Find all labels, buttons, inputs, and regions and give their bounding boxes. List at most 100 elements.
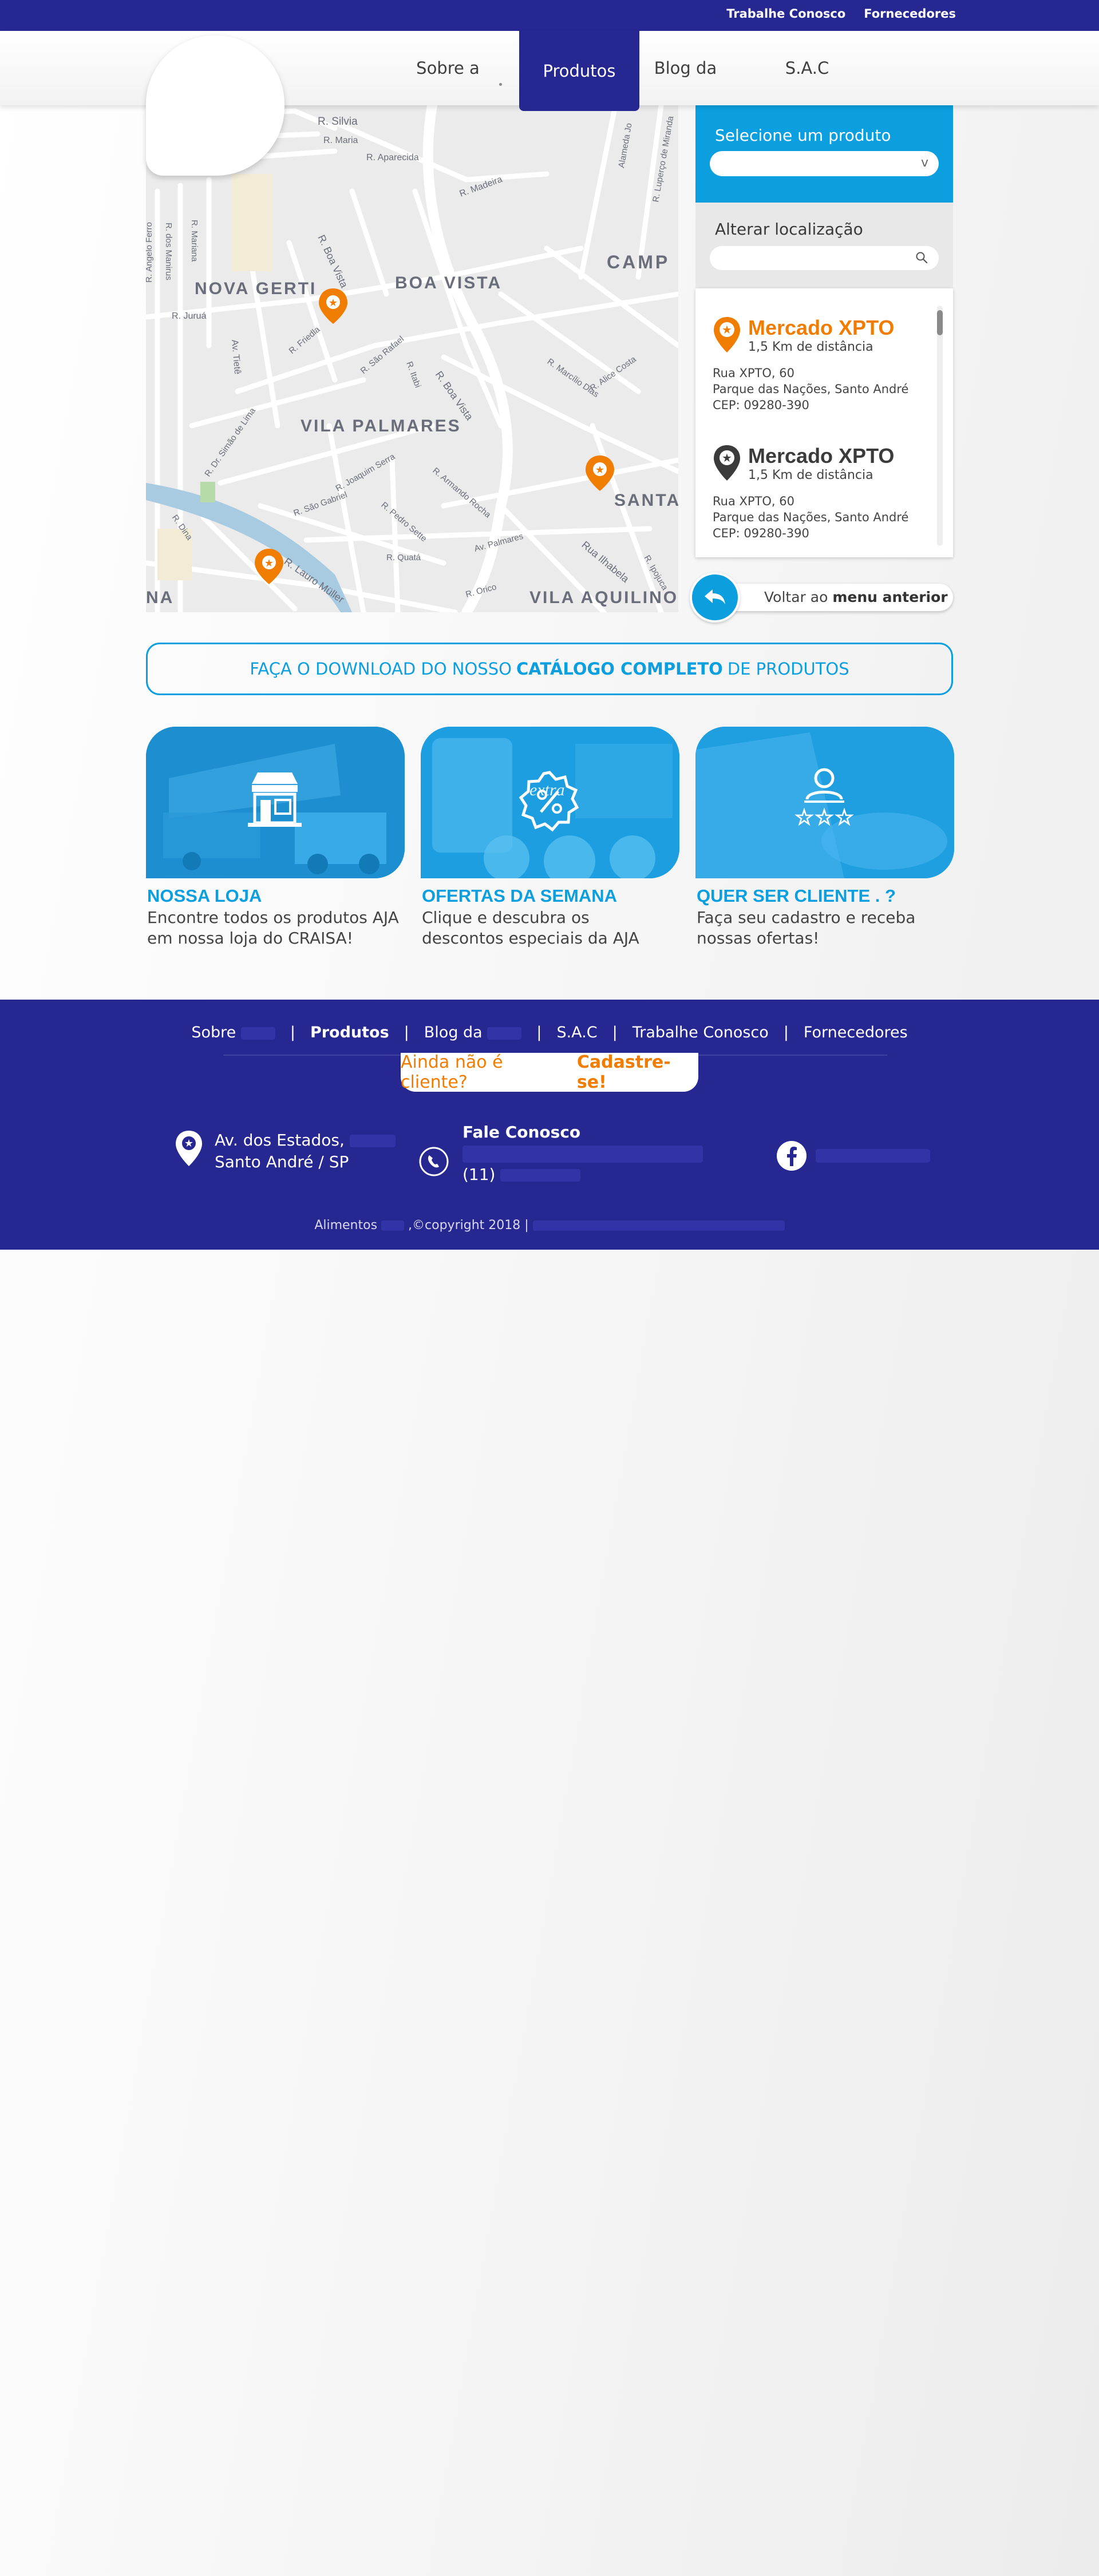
discount-badge-icon bbox=[519, 771, 579, 832]
svg-text:★: ★ bbox=[836, 806, 853, 829]
top-link-fornecedores[interactable]: Fornecedores bbox=[864, 7, 956, 21]
nav-item-produtos[interactable]: Produtos bbox=[519, 31, 639, 111]
facebook-icon[interactable] bbox=[776, 1140, 808, 1172]
map-label-silvia: R. Silvia bbox=[318, 116, 358, 128]
footer: Sobre | Produtos | Blog da | S.A.C | Tra… bbox=[0, 1000, 1099, 1250]
logo[interactable] bbox=[146, 35, 284, 176]
back-button-pill[interactable]: Voltar ao menu anterior bbox=[713, 584, 953, 611]
map-label-jurua: R. Juruá bbox=[172, 311, 207, 321]
footer-link-blog[interactable]: Blog da bbox=[409, 1024, 537, 1041]
download-prefix: FAÇA O DOWNLOAD DO NOSSO bbox=[250, 659, 512, 679]
store-address: Rua XPTO, 60 Parque das Nações, Santo An… bbox=[713, 493, 908, 541]
footer-separator: | bbox=[612, 1024, 618, 1041]
card-title[interactable]: NOSSA LOJA bbox=[147, 886, 262, 906]
footer-link-sobre[interactable]: Sobre bbox=[176, 1024, 290, 1041]
back-label-bold: menu anterior bbox=[832, 589, 948, 605]
nav-item-sobre[interactable]: Sobre a bbox=[401, 31, 495, 105]
copyright-prefix: Alimentos bbox=[314, 1218, 378, 1232]
chevron-down-icon: v bbox=[920, 156, 928, 170]
footer-nav: Sobre | Produtos | Blog da | S.A.C | Tra… bbox=[0, 1024, 1099, 1041]
back-label-prefix: Voltar ao bbox=[764, 589, 828, 605]
cta-bold: Cadastre-se! bbox=[576, 1052, 671, 1092]
store-name: Mercado XPTO bbox=[748, 444, 895, 467]
map-label-maria: R. Maria bbox=[323, 136, 358, 145]
store-map[interactable]: R. Silvia R. Maria R. Aparecida R. Madei… bbox=[146, 105, 678, 612]
svg-text:★: ★ bbox=[722, 323, 732, 336]
store-distance: 1,5 Km de distância bbox=[748, 340, 873, 354]
footer-link-blog-label: Blog da bbox=[424, 1024, 483, 1041]
download-catalog-button[interactable]: FAÇA O DOWNLOAD DO NOSSO CATÁLOGO COMPLE… bbox=[146, 643, 953, 695]
svg-text:★: ★ bbox=[595, 464, 604, 476]
footer-phone[interactable]: (11) bbox=[462, 1165, 581, 1184]
store-icon bbox=[248, 772, 302, 827]
footer-address-line2: Santo André / SP bbox=[215, 1152, 349, 1171]
top-bar: Trabalhe Conosco Fornecedores bbox=[0, 0, 1099, 31]
top-link-trabalhe-conosco[interactable]: Trabalhe Conosco bbox=[726, 7, 845, 21]
nav-separator-dot bbox=[499, 83, 502, 86]
footer-address-text: Av. dos Estados, Santo André / SP bbox=[215, 1130, 404, 1173]
store-district: Parque das Nações, Santo André bbox=[713, 510, 909, 524]
footer-link-sobre-label: Sobre bbox=[191, 1024, 236, 1041]
store-list[interactable]: ★ Mercado XPTO 1,5 Km de distância Rua X… bbox=[695, 288, 953, 557]
card-title[interactable]: QUER SER CLIENTE . ? bbox=[697, 886, 896, 906]
product-select-label: Selecione um produto bbox=[715, 126, 891, 145]
map-label-nova-gerti: NOVA GERTI bbox=[195, 279, 317, 298]
scrollbar-thumb[interactable] bbox=[937, 310, 943, 335]
signup-cta-button[interactable]: Ainda não é cliente? Cadastre-se! bbox=[401, 1052, 698, 1092]
map-canvas: R. Silvia R. Maria R. Aparecida R. Madei… bbox=[146, 105, 678, 612]
social-handle-redacted bbox=[816, 1149, 930, 1163]
card-quer-ser-cliente[interactable]: ★ ★ ★ QUER SER CLIENTE . ? Faça seu cada… bbox=[695, 727, 954, 948]
map-label-manirus: R. dos Manirus bbox=[164, 223, 173, 280]
store-pin-icon: ★ bbox=[714, 317, 740, 352]
map-label-na: NA bbox=[146, 588, 174, 607]
contact-info-redacted bbox=[462, 1146, 703, 1163]
product-select[interactable]: v bbox=[710, 151, 939, 176]
location-pin-icon: ★ bbox=[176, 1131, 202, 1166]
back-button[interactable]: Voltar ao menu anterior bbox=[690, 572, 953, 623]
customer-rating-icon: ★ ★ ★ bbox=[795, 768, 853, 830]
svg-text:★: ★ bbox=[329, 297, 338, 309]
card-description: Faça seu cadastro e receba nossas oferta… bbox=[697, 908, 916, 948]
footer-contact-title: Fale Conosco bbox=[462, 1123, 580, 1142]
map-label-mariana: R. Mariana bbox=[189, 220, 199, 262]
svg-text:★: ★ bbox=[722, 451, 732, 465]
store-street: Rua XPTO, 60 bbox=[713, 494, 794, 508]
download-suffix: DE PRODUTOS bbox=[727, 659, 849, 679]
footer-link-fornecedores[interactable]: Fornecedores bbox=[789, 1024, 923, 1041]
map-label-quata: R. Quatá bbox=[386, 553, 421, 562]
card-title[interactable]: OFERTAS DA SEMANA bbox=[422, 886, 617, 906]
card-description: Encontre todos os produtos AJA em nossa … bbox=[147, 908, 399, 948]
card-image[interactable]: ★ ★ ★ bbox=[695, 727, 954, 878]
footer-address: ★ Av. dos Estados, Santo André / SP bbox=[175, 1130, 396, 1171]
footer-separator: | bbox=[404, 1024, 409, 1041]
search-icon[interactable] bbox=[915, 251, 928, 264]
map-label-angelo: R. Ângelo Ferro bbox=[146, 222, 154, 283]
card-image[interactable]: extra bbox=[421, 727, 679, 878]
card-nossa-loja[interactable]: NOSSA LOJA Encontre todos os produtos AJ… bbox=[146, 727, 405, 948]
reply-arrow-icon bbox=[705, 589, 725, 604]
map-label-aparecida: R. Aparecida bbox=[366, 153, 419, 163]
phone-text: (11) bbox=[462, 1165, 496, 1184]
address-line1-text: Av. dos Estados, bbox=[215, 1131, 345, 1150]
nav-item-sac[interactable]: S.A.C bbox=[773, 31, 841, 105]
location-input[interactable] bbox=[710, 246, 939, 270]
nav-item-blog[interactable]: Blog da bbox=[647, 31, 724, 105]
copyright-text: ,©copyright 2018 | bbox=[408, 1218, 529, 1232]
product-select-panel: Selecione um produto v bbox=[695, 105, 953, 203]
card-image[interactable] bbox=[146, 727, 405, 878]
footer-link-trabalhe-conosco[interactable]: Trabalhe Conosco bbox=[618, 1024, 784, 1041]
map-label-camp: CAMP bbox=[607, 252, 670, 272]
footer-address-line1: Av. dos Estados, bbox=[215, 1130, 404, 1151]
store-address: Rua XPTO, 60 Parque das Nações, Santo An… bbox=[713, 365, 908, 413]
back-circle[interactable] bbox=[690, 572, 740, 623]
footer-copyright: Alimentos ,©copyright 2018 | bbox=[0, 1218, 1099, 1232]
store-cep: CEP: 09280-390 bbox=[713, 526, 809, 540]
store-list-scrollbar[interactable] bbox=[937, 306, 943, 546]
store-pin-icon: ★ bbox=[714, 445, 740, 481]
footer-separator: | bbox=[536, 1024, 542, 1041]
footer-social bbox=[776, 1140, 930, 1174]
card-ofertas-da-semana[interactable]: extra OFERTAS DA SEMANA Clique e descubr… bbox=[421, 727, 679, 948]
footer-link-produtos[interactable]: Produtos bbox=[295, 1024, 404, 1041]
footer-link-sac[interactable]: S.A.C bbox=[541, 1024, 612, 1041]
map-label-vila-palmares: VILA PALMARES bbox=[301, 417, 461, 435]
